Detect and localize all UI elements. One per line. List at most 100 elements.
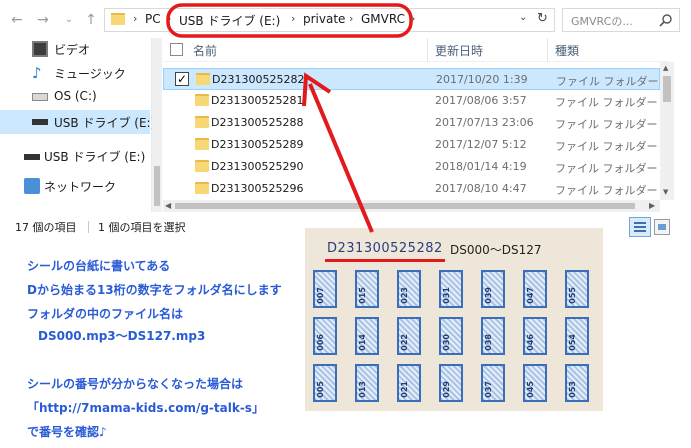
sticker-stamp: 030 [439,317,463,355]
nav-item-network[interactable]: ネットワーク [0,175,150,197]
file-date: 2017/07/13 23:06 [435,116,534,129]
file-name: D231300525289 [211,138,304,151]
sticker-stamp: 031 [439,270,463,308]
note-line: DS000.mp3～DS127.mp3 [38,329,206,343]
file-list-scrollbar[interactable]: ▲ ▼ [660,62,674,200]
file-name: D231300525281 [211,94,304,107]
file-type: ファイル フォルダー [555,118,658,131]
photo-folder-code: D231300525282 [327,241,443,256]
sticker-stamp: 045 [523,364,547,402]
sticker-stamp: 007 [313,270,337,308]
sticker-stamp: 021 [397,364,421,402]
recent-chevron-icon[interactable]: ⌄ [60,11,78,29]
sticker-stamp: 039 [481,270,505,308]
nav-item-usb-drive-selected[interactable]: USB ドライブ (E:) [0,110,155,134]
large-icons-view-icon[interactable] [654,219,670,235]
usb-drive-icon [24,154,40,160]
status-divider [88,221,89,233]
sticker-stamp: 038 [481,317,505,355]
select-all-checkbox[interactable] [170,43,183,56]
folder-icon [195,160,209,172]
video-icon [32,41,48,57]
sticker-number: 013 [358,381,367,398]
search-input[interactable]: GMVRCの... [562,8,680,32]
row-checkbox-checked-icon[interactable]: ✓ [175,72,189,86]
sticker-number: 007 [316,287,325,304]
sticker-stamp: 055 [565,270,589,308]
file-row[interactable]: D231300525281 2017/08/06 3:57 ファイル フォルダー [163,90,660,112]
file-date: 2017/12/07 5:12 [435,138,527,151]
file-row[interactable]: D231300525288 2017/07/13 23:06 ファイル フォルダ… [163,112,660,134]
back-arrow-icon[interactable]: ← [8,11,26,29]
up-arrow-icon[interactable]: ↑ [82,11,100,29]
nav-item-usb-drive[interactable]: USB ドライブ (E:) [0,145,150,167]
scroll-left-arrow-icon[interactable]: ◀ [165,201,171,210]
sticker-number: 037 [484,381,493,398]
status-item-count: 17 個の項目 [15,221,77,234]
column-divider [547,38,548,62]
scroll-up-arrow-icon[interactable]: ▲ [663,64,668,72]
folder-icon [195,116,209,128]
file-name: D231300525290 [211,160,304,173]
note-line: シールの番号が分からなくなった場合は [27,377,244,391]
nav-scrollbar[interactable] [152,38,162,212]
scroll-down-arrow-icon[interactable]: ▼ [663,188,668,196]
sticker-stamp: 029 [439,364,463,402]
folder-icon [195,182,209,194]
note-line: Dから始まる13桁の数字をフォルダ名にします [27,283,282,297]
folder-icon [195,94,209,106]
nav-item-label: ミュージック [54,67,126,81]
breadcrumb-pc[interactable]: PC [145,12,161,26]
sticker-stamp: 006 [313,317,337,355]
sticker-number: 031 [442,287,451,304]
file-type: ファイル フォルダー [555,162,658,175]
column-header-date[interactable]: 更新日時 [435,42,483,59]
sticker-number: 039 [484,287,493,304]
sticker-number: 022 [400,334,409,351]
sticker-number: 006 [316,334,325,351]
file-row[interactable]: D231300525296 2017/08/10 4:47 ファイル フォルダー [163,178,660,200]
nav-item-label: ビデオ [54,43,91,57]
refresh-icon[interactable]: ↻ [537,11,548,26]
stamp-grid: 007 015 023 031 039 047 055 006 014 022 030 038 046 0… [305,266,603,411]
file-list-scrollbar-thumb[interactable] [663,76,671,102]
sticker-number: 029 [442,381,451,398]
nav-item-label: ネットワーク [44,180,117,194]
file-row[interactable]: D231300525289 2017/12/07 5:12 ファイル フォルダー [163,134,660,156]
address-dropdown-icon[interactable]: ⌄ [519,12,527,23]
details-view-icon[interactable] [629,217,651,237]
file-date: 2017/08/06 3:57 [435,94,527,107]
nav-item-os-c[interactable]: OS (C:) [0,86,150,108]
note-line: シールの台紙に書いてある [27,259,171,273]
sticker-stamp: 013 [355,364,379,402]
nav-item-label: OS (C:) [54,89,97,103]
file-list-horizontal-scrollbar[interactable]: ◀ ▶ [163,200,660,212]
file-type: ファイル フォルダー [555,96,658,109]
sticker-stamp: 046 [523,317,547,355]
sticker-stamp: 005 [313,364,337,402]
sticker-stamp: 047 [523,270,547,308]
breadcrumb-highlight-ellipse [166,3,413,38]
nav-item-videos[interactable]: ビデオ [0,38,150,60]
breadcrumb-separator-icon: › [133,12,138,25]
forward-arrow-icon[interactable]: → [34,11,52,29]
sticker-number: 055 [568,287,577,304]
sticker-stamp: 022 [397,317,421,355]
network-icon [24,178,40,194]
nav-item-label: USB ドライブ (E:) [54,116,156,130]
file-row[interactable]: D231300525290 2018/01/14 4:19 ファイル フォルダー [163,156,660,178]
sticker-number: 046 [526,334,535,351]
sticker-number: 005 [316,381,325,398]
nav-scrollbar-thumb[interactable] [154,166,160,206]
horizontal-scrollbar-thumb[interactable] [175,203,635,209]
folder-icon [196,73,210,85]
nav-item-music[interactable]: ♪ ミュージック [0,62,150,84]
column-header-row: 名前 更新日時 種類 [163,38,669,62]
sticker-number: 014 [358,334,367,351]
column-header-type[interactable]: 種類 [555,42,579,59]
sticker-number: 038 [484,334,493,351]
scroll-right-arrow-icon[interactable]: ▶ [649,201,655,210]
file-row-selected[interactable]: ✓ D231300525282 2017/10/20 1:39 ファイル フォル… [163,68,660,90]
sticker-number: 054 [568,334,577,351]
column-header-name[interactable]: 名前 [193,42,217,59]
